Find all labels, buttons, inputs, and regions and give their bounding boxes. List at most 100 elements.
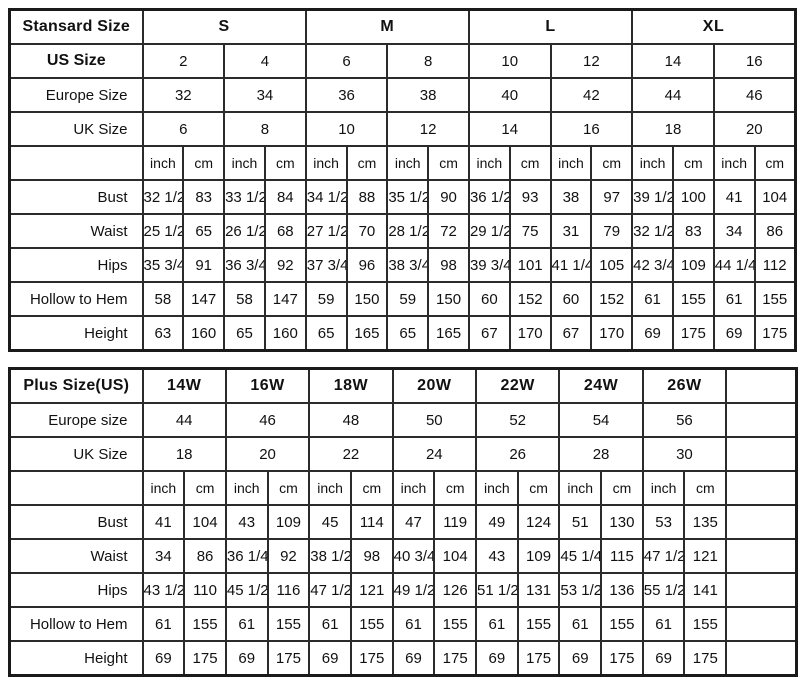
plus-row-label-hips: Hips — [8, 572, 144, 608]
measurement-value-cell: 36 3/4 — [223, 247, 266, 283]
unit-header-inch: inch — [467, 145, 511, 181]
standard-size-group-s: S — [141, 8, 307, 45]
size-value-cell: 48 — [308, 402, 394, 438]
measurement-value-cell: 45 — [308, 504, 352, 540]
measurement-value-cell: 60 — [549, 281, 593, 317]
measurement-value-cell: 131 — [516, 572, 561, 608]
measurement-value-cell: 61 — [141, 606, 186, 642]
measurement-value-cell: 141 — [683, 572, 728, 608]
size-value-cell: 24 — [391, 436, 478, 472]
size-value-cell: 10 — [304, 111, 389, 147]
size-chart-page: Stansard Size S M L XL US Size 2 4 6 8 10 12 14 16 Eur… — [0, 0, 800, 677]
measurement-value-cell: 34 1/2 — [304, 179, 348, 215]
size-value-cell: 44 — [631, 77, 715, 113]
plus-unit-row: inch cm inch cm inch cm inch cm inch cm inch cm inch… — [8, 470, 798, 506]
size-value-cell: 44 — [141, 402, 227, 438]
measurement-value-cell: 121 — [349, 572, 394, 608]
standard-size-group-m: M — [304, 8, 470, 45]
measurement-value-cell: 90 — [427, 179, 470, 215]
size-value-cell: 16 — [549, 111, 634, 147]
measurement-value-cell: 53 1/2 — [558, 572, 603, 608]
table-row: UK Size 6 8 10 12 14 16 18 20 — [8, 111, 797, 147]
unit-header-inch: inch — [386, 145, 430, 181]
standard-corner-label: Stansard Size — [8, 8, 144, 45]
measurement-value-cell: 98 — [427, 247, 470, 283]
plus-trailing-empty-cell — [725, 538, 798, 574]
unit-header-inch: inch — [549, 145, 593, 181]
plus-trailing-empty-cell — [725, 572, 798, 608]
plus-row-label-hollow-to-hem: Hollow to Hem — [8, 606, 144, 642]
measurement-value-cell: 32 1/2 — [631, 213, 674, 249]
size-value-cell: 6 — [141, 111, 226, 147]
measurement-value-cell: 175 — [753, 315, 797, 352]
measurement-value-cell: 69 — [631, 315, 674, 352]
standard-table-body: Stansard Size S M L XL US Size 2 4 6 8 10 12 14 16 Eur… — [8, 8, 797, 352]
measurement-value-cell: 88 — [345, 179, 389, 215]
measurement-value-cell: 104 — [753, 179, 797, 215]
plus-table-body: Plus Size(US) 14W 16W 18W 20W 22W 24W 26W Europe… — [8, 367, 798, 677]
measurement-value-cell: 119 — [433, 504, 477, 540]
measurement-value-cell: 116 — [266, 572, 311, 608]
table-row: Bust 41 104 43 109 45 114 47 119 49 124 51 130 53 135 — [8, 504, 798, 540]
measurement-value-cell: 155 — [753, 281, 797, 317]
unit-header-cm: cm — [345, 145, 389, 181]
measurement-value-cell: 150 — [427, 281, 470, 317]
measurement-value-cell: 101 — [508, 247, 552, 283]
measurement-value-cell: 61 — [475, 606, 519, 642]
unit-header-cm: cm — [508, 145, 552, 181]
size-value-cell: 18 — [141, 436, 227, 472]
measurement-value-cell: 41 — [141, 504, 186, 540]
unit-header-inch: inch — [308, 470, 352, 506]
unit-header-inch: inch — [223, 145, 266, 181]
standard-row-label-bust: Bust — [8, 179, 144, 215]
plus-unit-row-blank-label — [8, 470, 144, 506]
measurement-value-cell: 165 — [427, 315, 470, 352]
measurement-value-cell: 175 — [516, 640, 561, 677]
size-value-cell: 54 — [558, 402, 644, 438]
size-value-cell: 28 — [558, 436, 644, 472]
plus-size-group-18w: 18W — [308, 367, 394, 404]
measurement-value-cell: 175 — [349, 640, 394, 677]
measurement-value-cell: 70 — [345, 213, 389, 249]
measurement-value-cell: 155 — [671, 281, 715, 317]
measurement-value-cell: 36 1/4 — [224, 538, 269, 574]
size-value-cell: 12 — [549, 43, 634, 79]
unit-header-inch: inch — [304, 145, 348, 181]
measurement-value-cell: 61 — [391, 606, 436, 642]
measurement-value-cell: 160 — [263, 315, 307, 352]
measurement-value-cell: 61 — [641, 606, 686, 642]
measurement-value-cell: 45 1/2 — [224, 572, 269, 608]
measurement-value-cell: 155 — [683, 606, 728, 642]
table-row: Waist 34 86 36 1/4 92 38 1/2 98 40 3/4 104 43 109 4… — [8, 538, 798, 574]
measurement-value-cell: 65 — [223, 315, 266, 352]
measurement-value-cell: 35 3/4 — [141, 247, 185, 283]
measurement-value-cell: 155 — [516, 606, 561, 642]
measurement-value-cell: 53 — [641, 504, 686, 540]
size-value-cell: 34 — [223, 77, 307, 113]
size-value-cell: 30 — [641, 436, 728, 472]
measurement-value-cell: 150 — [345, 281, 389, 317]
table-row: Waist 25 1/2 65 26 1/2 68 27 1/2 70 28 1/2 72 29 … — [8, 213, 797, 249]
unit-header-inch: inch — [224, 470, 269, 506]
measurement-value-cell: 79 — [590, 213, 634, 249]
measurement-value-cell: 26 1/2 — [223, 213, 266, 249]
measurement-value-cell: 67 — [549, 315, 593, 352]
measurement-value-cell: 43 — [224, 504, 269, 540]
plus-size-group-14w: 14W — [141, 367, 227, 404]
measurement-value-cell: 104 — [433, 538, 477, 574]
unit-header-inch: inch — [631, 145, 674, 181]
measurement-value-cell: 45 1/4 — [558, 538, 603, 574]
measurement-value-cell: 61 — [712, 281, 756, 317]
standard-header-row: Stansard Size S M L XL — [8, 8, 797, 45]
plus-row-label-height: Height — [8, 640, 144, 677]
measurement-value-cell: 93 — [508, 179, 552, 215]
table-row: Height 69 175 69 175 69 175 69 175 69 175 69 175 69 17… — [8, 640, 798, 677]
measurement-value-cell: 39 3/4 — [467, 247, 511, 283]
measurement-value-cell: 38 1/2 — [308, 538, 352, 574]
size-value-cell: 38 — [386, 77, 470, 113]
size-value-cell: 56 — [641, 402, 728, 438]
size-value-cell: 12 — [386, 111, 470, 147]
measurement-value-cell: 32 1/2 — [141, 179, 185, 215]
measurement-value-cell: 38 — [549, 179, 593, 215]
size-value-cell: 4 — [223, 43, 307, 79]
